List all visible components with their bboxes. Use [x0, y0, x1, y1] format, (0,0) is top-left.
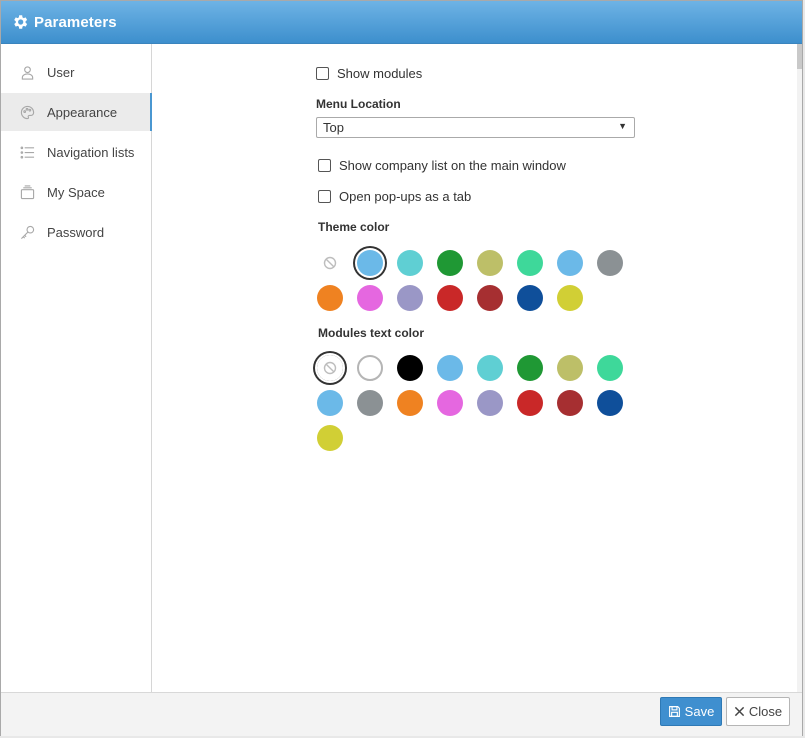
dialog-titlebar: Parameters [1, 1, 802, 44]
user-icon [20, 65, 35, 80]
settings-sidebar: User Appearance Navigation lists My Spac… [1, 44, 152, 692]
scrollbar-thumb[interactable] [797, 44, 802, 69]
modules-text-color-swatch[interactable] [597, 390, 623, 416]
theme-color-swatch[interactable] [357, 250, 383, 276]
theme-color-swatch-none[interactable] [317, 250, 343, 276]
modules-text-color-swatch[interactable] [517, 390, 543, 416]
close-button[interactable]: Close [726, 697, 790, 726]
key-icon [20, 225, 35, 240]
close-icon [734, 706, 745, 717]
sidebar-item-navigation-lists[interactable]: Navigation lists [1, 133, 151, 171]
sidebar-item-label: Navigation lists [47, 144, 135, 160]
modules-text-color-swatch[interactable] [317, 390, 343, 416]
list-icon [20, 145, 35, 160]
modules-text-color-swatch[interactable] [317, 425, 343, 451]
show-company-list-checkbox[interactable] [318, 159, 331, 172]
show-company-list-option[interactable]: Show company list on the main window [318, 158, 566, 173]
theme-color-swatch[interactable] [597, 250, 623, 276]
modules-text-color-swatch[interactable] [397, 355, 423, 381]
sidebar-item-password[interactable]: Password [1, 213, 151, 251]
theme-color-swatch[interactable] [357, 285, 383, 311]
close-button-label: Close [748, 704, 783, 719]
modules-text-color-swatch[interactable] [397, 390, 423, 416]
popups-as-tab-checkbox[interactable] [318, 190, 331, 203]
theme-color-swatch[interactable] [397, 285, 423, 311]
modules-text-color-swatch[interactable] [517, 355, 543, 381]
sidebar-item-label: Appearance [47, 104, 118, 120]
modules-text-color-swatch[interactable] [477, 355, 503, 381]
dialog-title: Parameters [34, 13, 117, 31]
show-modules-checkbox[interactable] [316, 67, 329, 80]
sidebar-item-label: My Space [47, 184, 105, 200]
modules-text-color-swatch[interactable] [437, 355, 463, 381]
no-color-icon [323, 361, 337, 375]
theme-color-swatch[interactable] [557, 250, 583, 276]
chevron-down-icon: ▼ [618, 121, 627, 131]
menu-location-label: Menu Location [316, 97, 401, 111]
palette-icon [20, 105, 35, 120]
floppy-disk-icon [668, 705, 681, 718]
theme-color-swatch[interactable] [437, 250, 463, 276]
sidebar-item-label: User [47, 64, 75, 80]
sidebar-item-my-space[interactable]: My Space [1, 173, 151, 211]
theme-color-swatch[interactable] [317, 285, 343, 311]
modules-text-color-swatch[interactable] [437, 390, 463, 416]
menu-location-select[interactable]: Top ▼ [316, 117, 635, 138]
sidebar-item-label: Password [47, 224, 105, 240]
popups-as-tab-label: Open pop-ups as a tab [339, 189, 472, 204]
theme-color-swatch[interactable] [437, 285, 463, 311]
parameters-dialog: Parameters User Appearance Navigation li… [0, 0, 803, 736]
appearance-panel: Show modules Menu Location Top ▼ Show co… [152, 44, 798, 692]
menu-location-value: Top [323, 120, 344, 135]
show-modules-label: Show modules [337, 66, 423, 81]
scrollbar-track[interactable] [797, 44, 802, 692]
no-color-icon [323, 256, 337, 270]
theme-color-label: Theme color [318, 220, 390, 234]
theme-color-swatches [317, 250, 623, 311]
modules-text-color-swatch-none[interactable] [317, 355, 343, 381]
modules-text-color-swatch[interactable] [357, 355, 383, 381]
show-company-list-label: Show company list on the main window [339, 158, 566, 173]
dialog-footer: Save Close [1, 692, 802, 736]
modules-text-color-swatch[interactable] [557, 390, 583, 416]
theme-color-swatch[interactable] [397, 250, 423, 276]
modules-text-color-swatches [317, 355, 623, 451]
save-button[interactable]: Save [660, 697, 722, 726]
sidebar-item-user[interactable]: User [1, 53, 151, 91]
modules-text-color-swatch[interactable] [477, 390, 503, 416]
modules-text-color-swatch[interactable] [357, 390, 383, 416]
theme-color-swatch[interactable] [557, 285, 583, 311]
modules-text-color-swatch[interactable] [557, 355, 583, 381]
popups-as-tab-option[interactable]: Open pop-ups as a tab [318, 189, 471, 204]
modules-text-color-label: Modules text color [318, 326, 425, 340]
show-modules-option[interactable]: Show modules [316, 66, 422, 81]
gear-icon [11, 13, 29, 31]
modules-text-color-swatch[interactable] [597, 355, 623, 381]
theme-color-swatch[interactable] [517, 250, 543, 276]
theme-color-swatch[interactable] [477, 285, 503, 311]
sidebar-item-appearance[interactable]: Appearance [1, 93, 152, 131]
tray-icon [20, 184, 35, 200]
theme-color-swatch[interactable] [517, 285, 543, 311]
save-button-label: Save [684, 704, 715, 719]
theme-color-swatch[interactable] [477, 250, 503, 276]
